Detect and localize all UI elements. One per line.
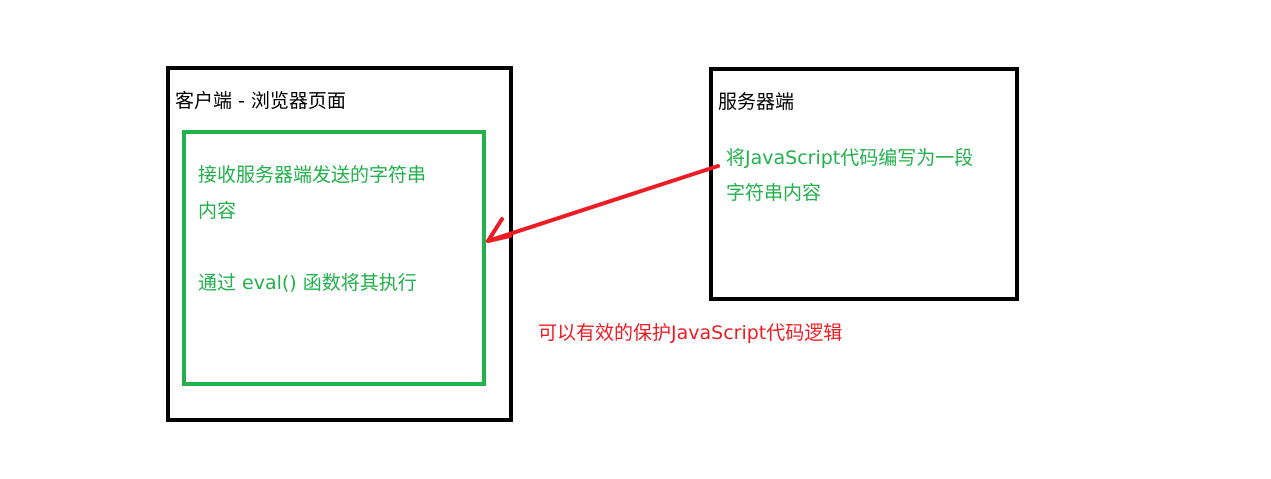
client-text-line: 通过 eval() 函数将其执行 [198, 272, 417, 294]
client-text-line: 内容 [198, 200, 237, 222]
arrow-shaft [486, 164, 720, 243]
server-text-line: 将JavaScript代码编写为一段 [726, 147, 974, 169]
client-title: 客户端 - 浏览器页面 [175, 90, 346, 112]
note-text: 可以有效的保护JavaScript代码逻辑 [538, 322, 843, 344]
server-title: 服务器端 [718, 91, 795, 113]
client-text-line: 接收服务器端发送的字符串 [198, 164, 427, 186]
server-text-line: 字符串内容 [726, 182, 822, 204]
